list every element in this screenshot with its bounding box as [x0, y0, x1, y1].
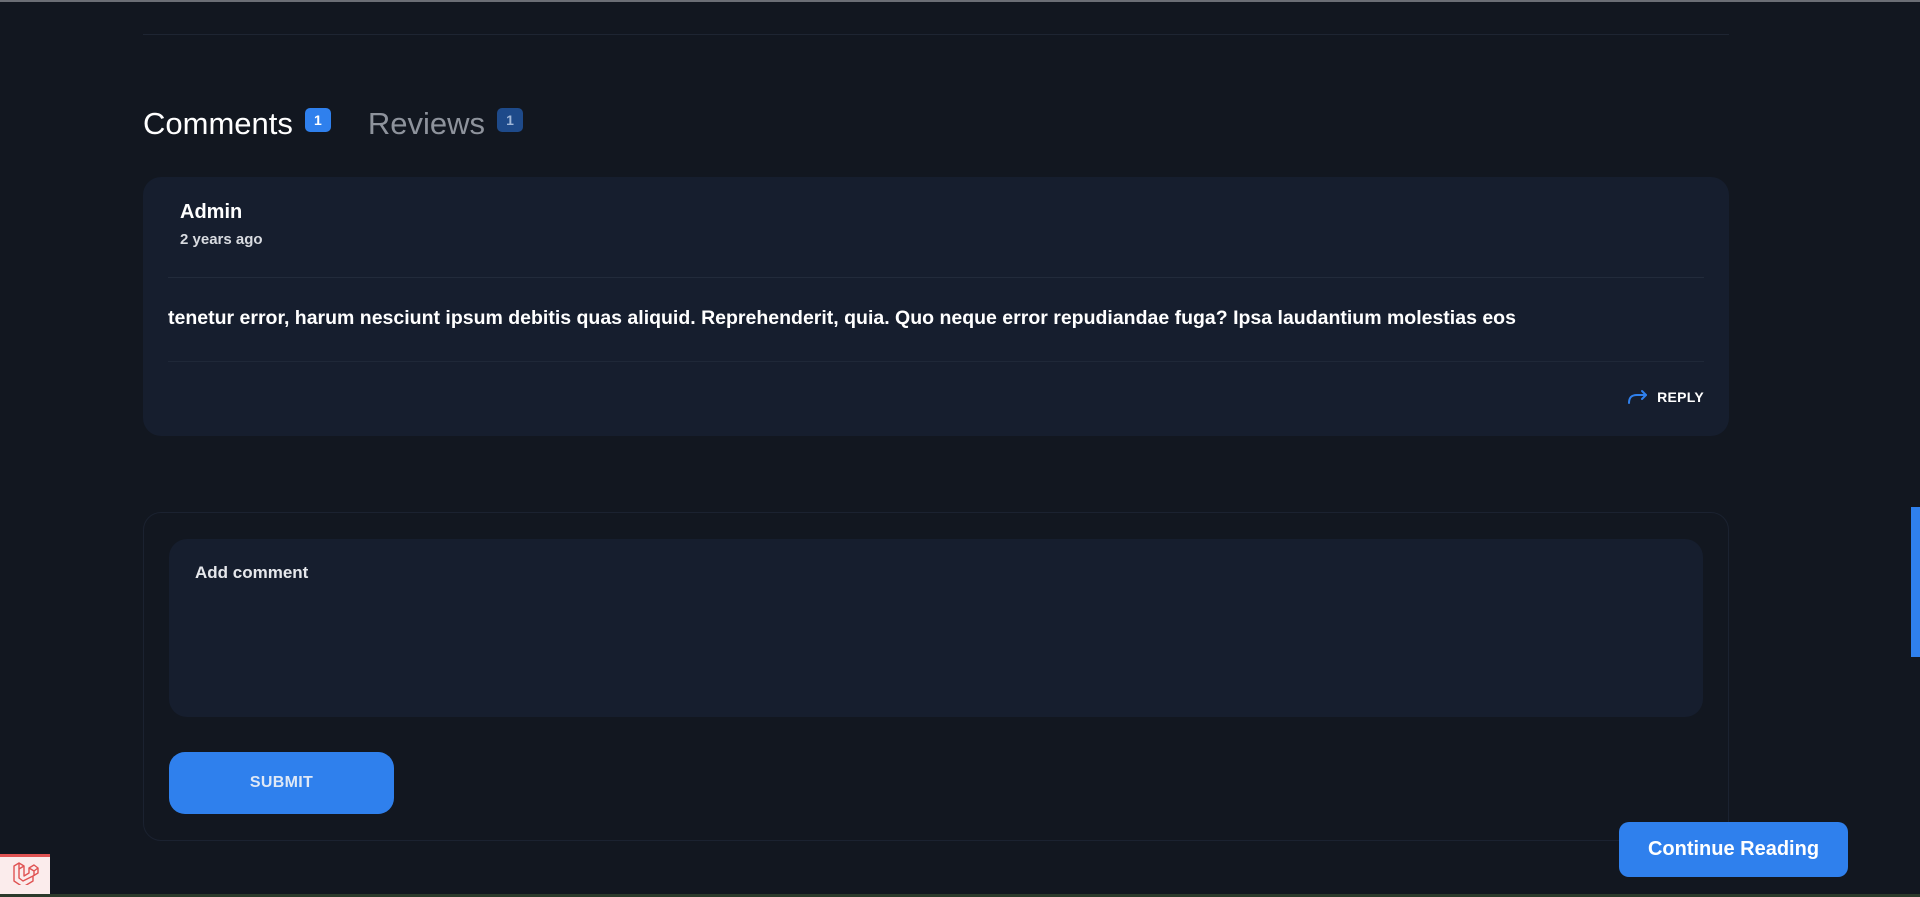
top-edge: [0, 0, 1920, 2]
submit-button[interactable]: SUBMIT: [169, 752, 394, 814]
reply-label: REPLY: [1657, 389, 1704, 405]
comment-divider-top: [168, 277, 1704, 278]
add-comment-form: SUBMIT: [143, 512, 1729, 841]
comment-input[interactable]: [169, 539, 1703, 717]
tab-comments[interactable]: Comments 1: [143, 104, 331, 144]
comment-body: tenetur error, harum nesciunt ipsum debi…: [168, 307, 1516, 329]
comment-timestamp: 2 years ago: [180, 231, 263, 248]
laravel-logo-icon: [11, 861, 39, 890]
comment-divider-bottom: [168, 361, 1704, 362]
reply-button[interactable]: REPLY: [1627, 389, 1704, 405]
reply-arrow-icon: [1627, 389, 1649, 405]
page: Comments 1 Reviews 1 Admin 2 years ago t…: [0, 0, 1920, 897]
tab-comments-count-badge: 1: [304, 108, 331, 132]
tab-comments-label: Comments: [143, 106, 293, 141]
tab-reviews-count-badge: 1: [497, 108, 524, 132]
comment-tabs: Comments 1 Reviews 1: [143, 104, 560, 144]
laravel-debugbar-toggle[interactable]: [0, 854, 50, 894]
continue-reading-button[interactable]: Continue Reading: [1619, 822, 1848, 877]
tab-reviews-label: Reviews: [367, 106, 486, 141]
tab-reviews[interactable]: Reviews 1: [367, 104, 524, 144]
scrollbar-thumb[interactable]: [1911, 507, 1920, 657]
comment-author: Admin: [180, 201, 243, 223]
comment-card: Admin 2 years ago tenetur error, harum n…: [143, 177, 1729, 436]
top-divider: [143, 34, 1729, 35]
